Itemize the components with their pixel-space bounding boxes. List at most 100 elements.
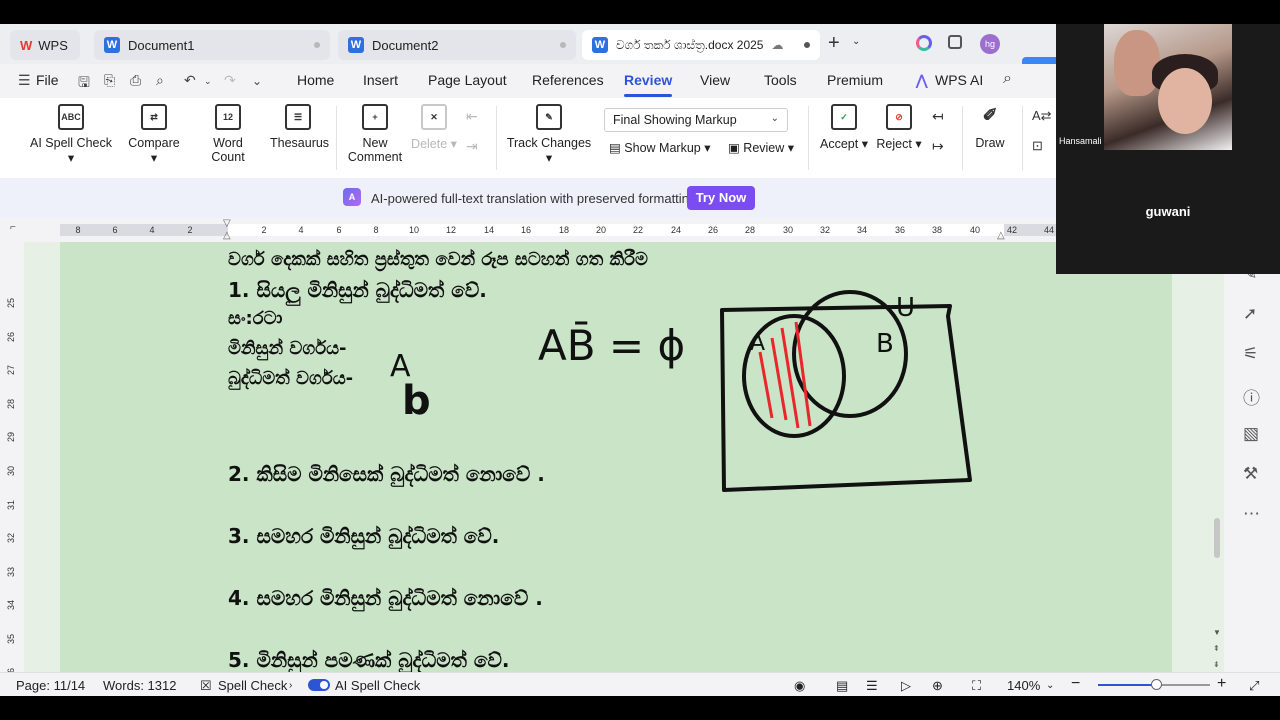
left-indent-marker[interactable]: △	[223, 230, 231, 241]
try-now-button[interactable]: Try Now	[687, 186, 755, 210]
help-icon[interactable]: ⓘ	[1243, 384, 1260, 409]
adjust-settings-icon[interactable]: ⚟	[1243, 344, 1258, 364]
handwriting-layer: A b AB̄ = ϕ A B U	[390, 290, 972, 492]
right-indent-marker[interactable]: △	[997, 230, 1005, 241]
participant-face	[1158, 68, 1212, 134]
previous-change-icon[interactable]: ↤	[932, 108, 944, 125]
new-tab-plus-icon[interactable]: +	[828, 32, 840, 55]
select-pointer-icon[interactable]: ➚	[1243, 304, 1257, 324]
zoom-dropdown-icon[interactable]: ⌄	[1046, 680, 1054, 691]
reject-button[interactable]: ⊘ Reject ▾	[876, 104, 922, 151]
next-comment-icon[interactable]: ⇥	[466, 138, 478, 155]
ribbon-separator	[962, 106, 963, 170]
tab-stop-icon[interactable]: ⌐	[10, 222, 16, 233]
tab-close-dot[interactable]	[560, 42, 566, 48]
thesaurus-button[interactable]: ☰ Thesaurus	[270, 104, 329, 150]
reading-mode-icon[interactable]: ◉	[794, 678, 805, 694]
new-comment-button[interactable]: + New Comment	[346, 104, 404, 164]
ai-spell-check-button[interactable]: ABC AI Spell Check ▾	[28, 104, 114, 165]
document-page[interactable]: වර්ග දෙකක් සහිත ප්‍රස්තුත වෙන් රූප සටහන්…	[60, 242, 1172, 672]
hamburger-menu-icon[interactable]: ☰	[18, 72, 31, 89]
draw-button[interactable]: ✐ Draw	[970, 104, 1010, 150]
more-options-icon[interactable]: ⋯	[1243, 504, 1260, 524]
print-preview-icon[interactable]: ⌕	[156, 72, 164, 89]
vertical-ruler-tick-label: 25	[6, 297, 17, 309]
tab-document1[interactable]: W Document1	[94, 30, 330, 60]
export-pdf-icon[interactable]: ⎘	[104, 72, 115, 89]
tab-wps-home[interactable]: W WPS	[10, 30, 80, 60]
undo-icon[interactable]: ↶	[184, 72, 196, 89]
ruler-tick-label: 22	[632, 225, 644, 235]
ruler-tick-label: 8	[373, 225, 379, 235]
file-menu[interactable]: File	[36, 72, 59, 88]
tab-active-document[interactable]: W වර්ග තර්ක ශාස්ත්‍ර.docx 2025 ☁	[582, 30, 820, 60]
tab-close-dot[interactable]	[804, 42, 810, 48]
word-count-icon: 12	[215, 104, 241, 130]
web-view-icon[interactable]: ⊕	[932, 678, 943, 694]
spell-check-toggle[interactable]: Spell Check	[218, 678, 287, 693]
page-view-icon[interactable]: ▤	[836, 678, 848, 694]
accept-button[interactable]: ✓ Accept ▾	[820, 104, 868, 151]
ai-assistant-icon[interactable]	[916, 35, 932, 51]
zoom-out-icon[interactable]: −	[1071, 675, 1080, 693]
show-markup-button[interactable]: ▤ Show Markup ▾	[609, 140, 710, 155]
vertical-scrollbar[interactable]: ▼ ⇞ ⇟	[1210, 242, 1224, 672]
fullscreen-icon[interactable]: ⤢	[1249, 678, 1259, 694]
print-icon[interactable]: ⎙	[130, 72, 141, 89]
menu-review[interactable]: Review	[624, 72, 673, 97]
menu-tools[interactable]: Tools	[764, 72, 797, 88]
word-doc-icon: W	[104, 37, 120, 53]
scrollbar-thumb[interactable]	[1214, 518, 1220, 558]
chevron-right-icon[interactable]: ›	[289, 680, 292, 691]
word-count-button[interactable]: 12 Word Count	[195, 104, 261, 164]
tab-close-dot[interactable]	[314, 42, 320, 48]
menu-references[interactable]: References	[532, 72, 604, 88]
user-avatar[interactable]: hg	[980, 34, 1000, 54]
outline-view-icon[interactable]: ☰	[866, 678, 878, 694]
translate-icon[interactable]: A⇄	[1032, 108, 1052, 124]
window-switch-icon[interactable]	[948, 35, 962, 49]
tab-document2[interactable]: W Document2	[338, 30, 576, 60]
undo-dropdown-icon[interactable]: ⌄	[204, 76, 212, 87]
menu-view[interactable]: View	[700, 72, 730, 88]
scroll-down-arrow-icon[interactable]: ▼	[1213, 628, 1221, 637]
image-edit-icon[interactable]: ▧	[1243, 424, 1259, 444]
menu-bar: ☰ File 🖫 ⎘ ⎙ ⌕ ↶ ⌄ ↷ ⌄ Home Insert Page …	[0, 64, 1056, 97]
tools-icon[interactable]: ⚒	[1243, 464, 1258, 484]
markup-mode-select[interactable]: Final Showing Markup ⌄	[604, 108, 788, 132]
horizontal-ruler[interactable]: ⌐ 8 6 4 2 2 4 6 8 10 12 14 16 18 20 22 24 26 28 30 32 34 36 38…	[0, 218, 1056, 242]
tab-list-chevron-icon[interactable]: ⌄	[852, 36, 860, 47]
set-a-letter: A	[750, 331, 765, 356]
vertical-ruler[interactable]: 252627282930313233343536	[0, 242, 24, 672]
first-line-indent-marker[interactable]: ▽	[223, 218, 231, 229]
fit-page-icon[interactable]: ⛶	[972, 678, 981, 694]
zoom-slider-handle[interactable]	[1151, 679, 1163, 690]
zoom-in-icon[interactable]: +	[1217, 675, 1226, 693]
word-count-indicator[interactable]: Words: 1312	[103, 678, 176, 693]
zoom-level[interactable]: 140%	[1007, 678, 1040, 693]
compare-button[interactable]: ⇄ Compare ▾	[124, 104, 184, 165]
abc-spell-check-icon: ABC	[58, 104, 84, 130]
more-quick-actions-icon[interactable]: ⌄	[252, 74, 262, 88]
next-change-icon[interactable]: ↦	[932, 138, 944, 155]
compare-docs-icon[interactable]: ⊡	[1032, 138, 1043, 154]
ai-spell-check-toggle[interactable]	[308, 679, 330, 691]
play-icon[interactable]: ▷	[901, 678, 911, 694]
ruler-tick-label: 2	[261, 225, 267, 235]
menu-page-layout[interactable]: Page Layout	[428, 72, 507, 88]
previous-page-icon[interactable]: ⇞	[1213, 644, 1220, 653]
review-pane-button[interactable]: ▣ Review ▾	[728, 140, 794, 155]
previous-comment-icon[interactable]: ⇤	[466, 108, 478, 125]
menu-premium[interactable]: Premium	[827, 72, 883, 88]
save-icon[interactable]: 🖫	[78, 72, 90, 96]
redo-icon[interactable]: ↷	[224, 72, 236, 89]
next-page-icon[interactable]: ⇟	[1213, 660, 1220, 669]
menu-wps-ai[interactable]: WPS AI	[935, 72, 983, 88]
track-changes-button[interactable]: ✎ Track Changes ▾	[505, 104, 593, 165]
menu-insert[interactable]: Insert	[363, 72, 398, 88]
page-indicator[interactable]: Page: 11/14	[16, 678, 85, 693]
search-icon[interactable]: ⌕	[1003, 70, 1012, 88]
tab-label: WPS	[38, 37, 68, 53]
delete-comment-button[interactable]: ✕ Delete ▾	[410, 104, 458, 151]
menu-home[interactable]: Home	[297, 72, 334, 88]
